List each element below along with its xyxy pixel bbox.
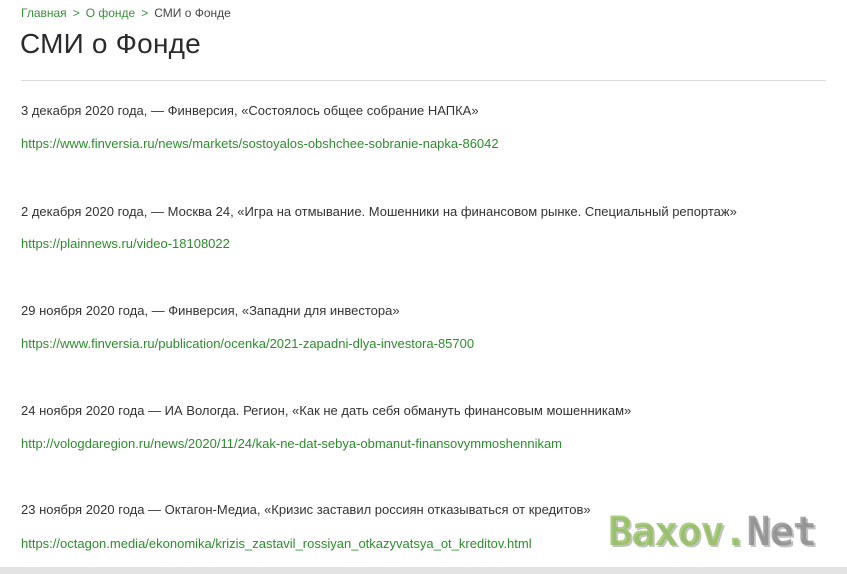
breadcrumb-link-home[interactable]: Главная [21, 6, 67, 20]
breadcrumb: Главная > О фонде > СМИ о Фонде [21, 5, 231, 21]
news-entry-text: 24 ноября 2020 года — ИА Вологда. Регион… [21, 403, 632, 418]
bottom-scroll-strip [0, 567, 847, 574]
news-entry-link[interactable]: https://www.finversia.ru/publication/oce… [21, 335, 474, 353]
news-entry-link[interactable]: https://plainnews.ru/video-18108022 [21, 235, 230, 253]
news-entry-link[interactable]: https://www.finversia.ru/news/markets/so… [21, 135, 499, 153]
breadcrumb-separator: > [141, 6, 149, 20]
breadcrumb-current: СМИ о Фонде [154, 6, 231, 20]
news-entry-text: 2 декабря 2020 года, — Москва 24, «Игра … [21, 204, 737, 219]
page-title: СМИ о Фонде [20, 28, 201, 59]
title-divider [21, 80, 826, 81]
breadcrumb-link-about-fund[interactable]: О фонде [86, 6, 136, 20]
watermark-text-main: Baxov. [608, 509, 747, 555]
breadcrumb-separator: > [72, 6, 80, 20]
news-entry-text: 29 ноября 2020 года, — Финверсия, «Запад… [21, 303, 400, 318]
news-entry-text: 3 декабря 2020 года, — Финверсия, «Состо… [21, 103, 479, 118]
news-entry-link[interactable]: https://octagon.media/ekonomika/krizis_z… [21, 535, 532, 553]
news-entry-link[interactable]: http://vologdaregion.ru/news/2020/11/24/… [21, 435, 562, 453]
watermark-logo: Baxov.Net [608, 507, 817, 557]
watermark-shadow: Baxov.Net [610, 511, 819, 557]
watermark-text-net: Net [746, 509, 817, 555]
news-entry-text: 23 ноября 2020 года — Октагон-Медиа, «Кр… [21, 502, 591, 517]
